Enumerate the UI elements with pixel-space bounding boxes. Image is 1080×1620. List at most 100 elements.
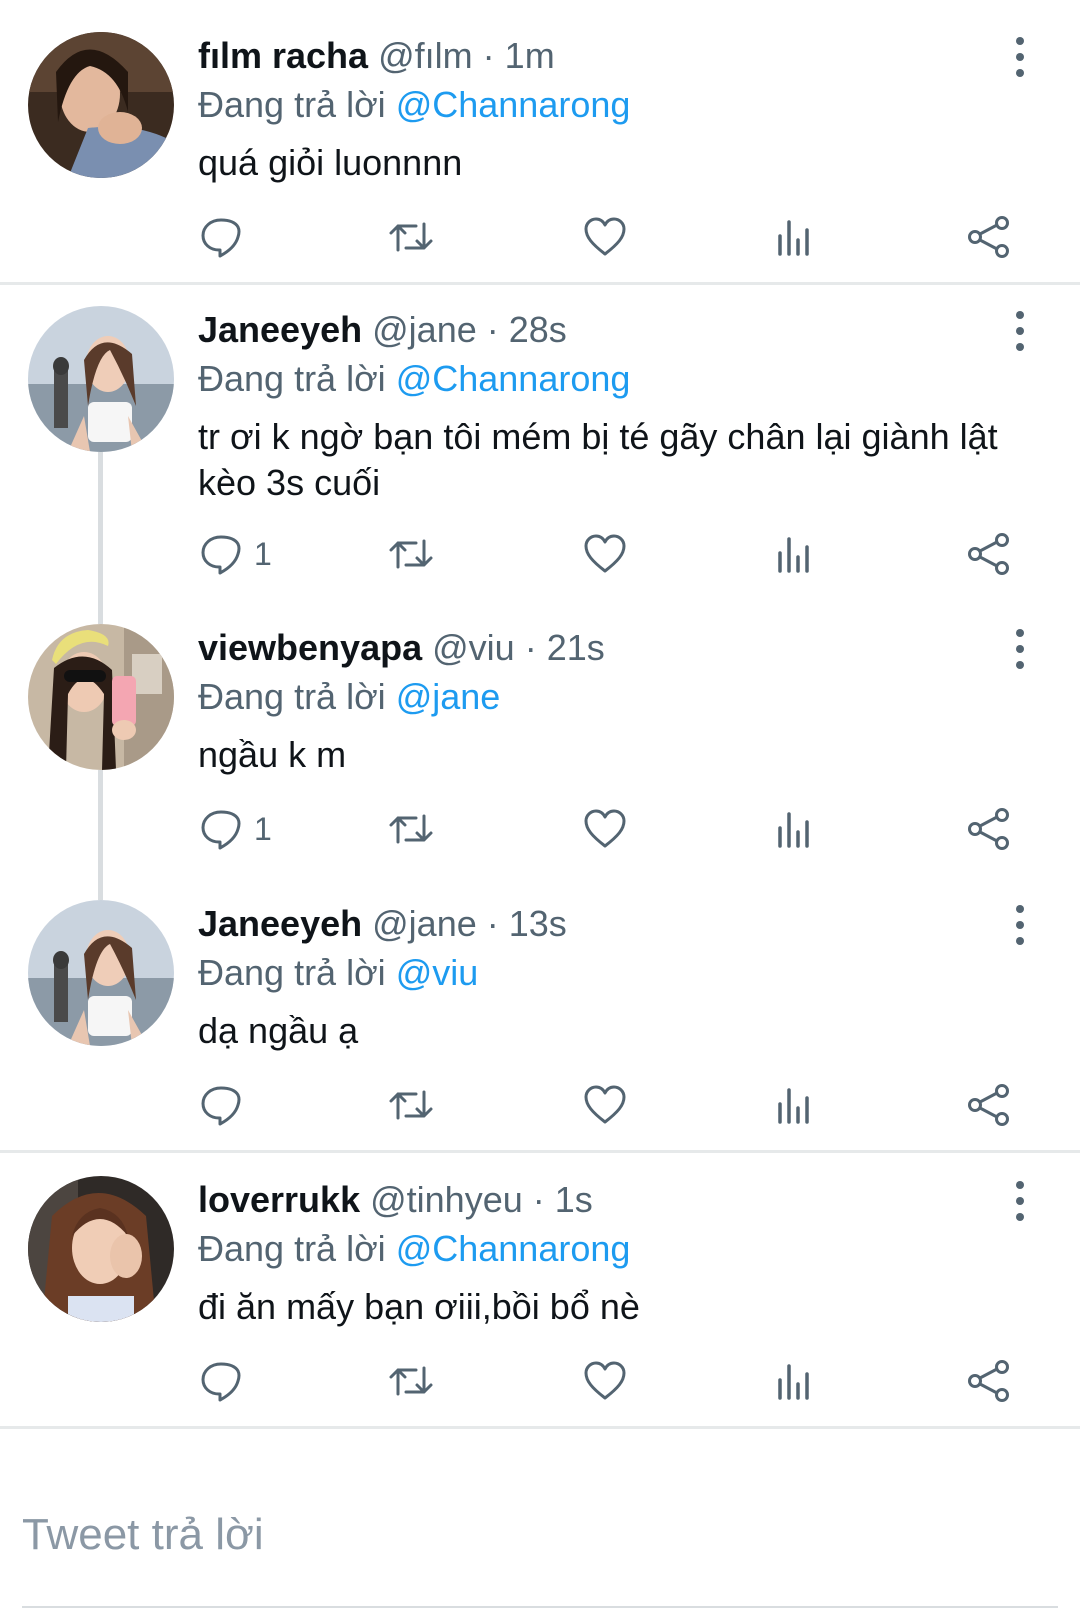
replying-to-label: Đang trả lời (198, 84, 386, 125)
tweet[interactable]: Janeeyeh @jane · 13s Đang trả lời @viu d… (0, 900, 1080, 1160)
avatar[interactable] (28, 32, 174, 178)
avatar[interactable] (28, 624, 174, 770)
display-name[interactable]: fılm racha (198, 35, 368, 76)
more-options-button[interactable] (1008, 32, 1032, 82)
tweet-header: fılm racha @fılm · 1m (198, 32, 555, 80)
tweet[interactable]: fılm racha @fılm · 1m Đang trả lời @Chan… (0, 32, 1080, 292)
replying-to: Đang trả lời @jane (198, 672, 500, 722)
replying-to-label: Đang trả lời (198, 952, 386, 993)
avatar-image (28, 32, 174, 178)
share-icon (968, 808, 1009, 850)
share-icon (968, 1360, 1009, 1402)
avatar[interactable] (28, 306, 174, 452)
views-button[interactable] (772, 1075, 818, 1135)
tweet-text: quá giỏi luonnnn (198, 142, 463, 183)
more-options-button[interactable] (1008, 624, 1032, 674)
divider (0, 282, 1080, 285)
more-options-button[interactable] (1008, 306, 1032, 356)
share-icon (968, 216, 1009, 258)
divider (0, 1426, 1080, 1429)
mention-link[interactable]: @Channarong (396, 84, 631, 125)
display-name[interactable]: Janeeyeh (198, 309, 362, 350)
display-name[interactable]: viewbenyapa (198, 627, 422, 668)
replying-to: Đang trả lời @viu (198, 948, 478, 998)
tweet-actions (0, 1075, 1080, 1135)
retweet-button[interactable] (388, 524, 434, 584)
display-name[interactable]: loverrukk (198, 1179, 360, 1220)
replying-to: Đang trả lời @Channarong (198, 1224, 630, 1274)
like-button[interactable] (582, 1351, 628, 1411)
timestamp[interactable]: 13s (509, 903, 567, 944)
more-vertical-icon (1016, 905, 1024, 945)
tweet-text: đi ăn mấy bạn ơiii,bồi bổ nè (198, 1286, 640, 1327)
display-name[interactable]: Janeeyeh (198, 903, 362, 944)
user-handle[interactable]: @viu (432, 627, 515, 668)
avatar-image (28, 1176, 174, 1322)
like-button[interactable] (582, 207, 628, 267)
user-handle[interactable]: @jane (372, 309, 477, 350)
reply-icon (201, 535, 241, 575)
separator: · (532, 1179, 545, 1220)
mention-link[interactable]: @Channarong (396, 358, 631, 399)
views-button[interactable] (772, 799, 818, 859)
like-button[interactable] (582, 799, 628, 859)
share-icon (968, 533, 1009, 575)
tweet-actions: 1 (0, 799, 1080, 859)
separator: · (524, 627, 537, 668)
replying-to-label: Đang trả lời (198, 676, 386, 717)
user-handle[interactable]: @jane (372, 903, 477, 944)
views-button[interactable] (772, 207, 818, 267)
replying-to: Đang trả lời @Channarong (198, 354, 630, 404)
share-button[interactable] (966, 1075, 1012, 1135)
views-icon (778, 812, 809, 848)
mention-link[interactable]: @Channarong (396, 1228, 631, 1269)
retweet-icon (389, 539, 433, 569)
share-button[interactable] (966, 1351, 1012, 1411)
user-handle[interactable]: @fılm (378, 35, 473, 76)
reply-button[interactable]: 1 (198, 524, 272, 584)
reply-icon (201, 810, 241, 850)
tweet-header: Janeeyeh @jane · 13s (198, 900, 567, 948)
retweet-button[interactable] (388, 207, 434, 267)
retweet-button[interactable] (388, 1351, 434, 1411)
share-button[interactable] (966, 524, 1012, 584)
avatar[interactable] (28, 1176, 174, 1322)
reply-button[interactable] (198, 1351, 254, 1411)
user-handle[interactable]: @tinhyeu (370, 1179, 523, 1220)
share-button[interactable] (966, 207, 1012, 267)
reply-button[interactable] (198, 1075, 254, 1135)
views-button[interactable] (772, 1351, 818, 1411)
mention-link[interactable]: @viu (396, 952, 479, 993)
heart-icon (584, 1085, 626, 1124)
timestamp[interactable]: 28s (509, 309, 567, 350)
avatar[interactable] (28, 900, 174, 1046)
more-options-button[interactable] (1008, 900, 1032, 950)
avatar-image (28, 306, 174, 452)
compose-underline (22, 1606, 1058, 1608)
reply-button[interactable]: 1 (198, 799, 272, 859)
like-button[interactable] (582, 1075, 628, 1135)
more-options-button[interactable] (1008, 1176, 1032, 1226)
reply-count: 1 (254, 535, 272, 572)
mention-link[interactable]: @jane (396, 676, 501, 717)
heart-icon (584, 534, 626, 573)
retweet-icon (389, 222, 433, 252)
replying-to-label: Đang trả lời (198, 1228, 386, 1269)
tweet[interactable]: loverrukk @tinhyeu · 1s Đang trả lời @Ch… (0, 1176, 1080, 1436)
retweet-button[interactable] (388, 799, 434, 859)
tweet[interactable]: Janeeyeh @jane · 28s Đang trả lời @Chann… (0, 306, 1080, 606)
views-button[interactable] (772, 524, 818, 584)
tweet-actions (0, 1351, 1080, 1411)
timestamp[interactable]: 1s (555, 1179, 593, 1220)
reply-icon (201, 1362, 241, 1402)
reply-compose-input[interactable]: Tweet trả lời (22, 1510, 264, 1560)
reply-button[interactable] (198, 207, 254, 267)
timestamp[interactable]: 21s (547, 627, 605, 668)
retweet-icon (389, 1366, 433, 1396)
retweet-button[interactable] (388, 1075, 434, 1135)
reply-icon (201, 218, 241, 258)
like-button[interactable] (582, 524, 628, 584)
timestamp[interactable]: 1m (505, 35, 555, 76)
tweet[interactable]: viewbenyapa @viu · 21s Đang trả lời @jan… (0, 624, 1080, 884)
share-button[interactable] (966, 799, 1012, 859)
